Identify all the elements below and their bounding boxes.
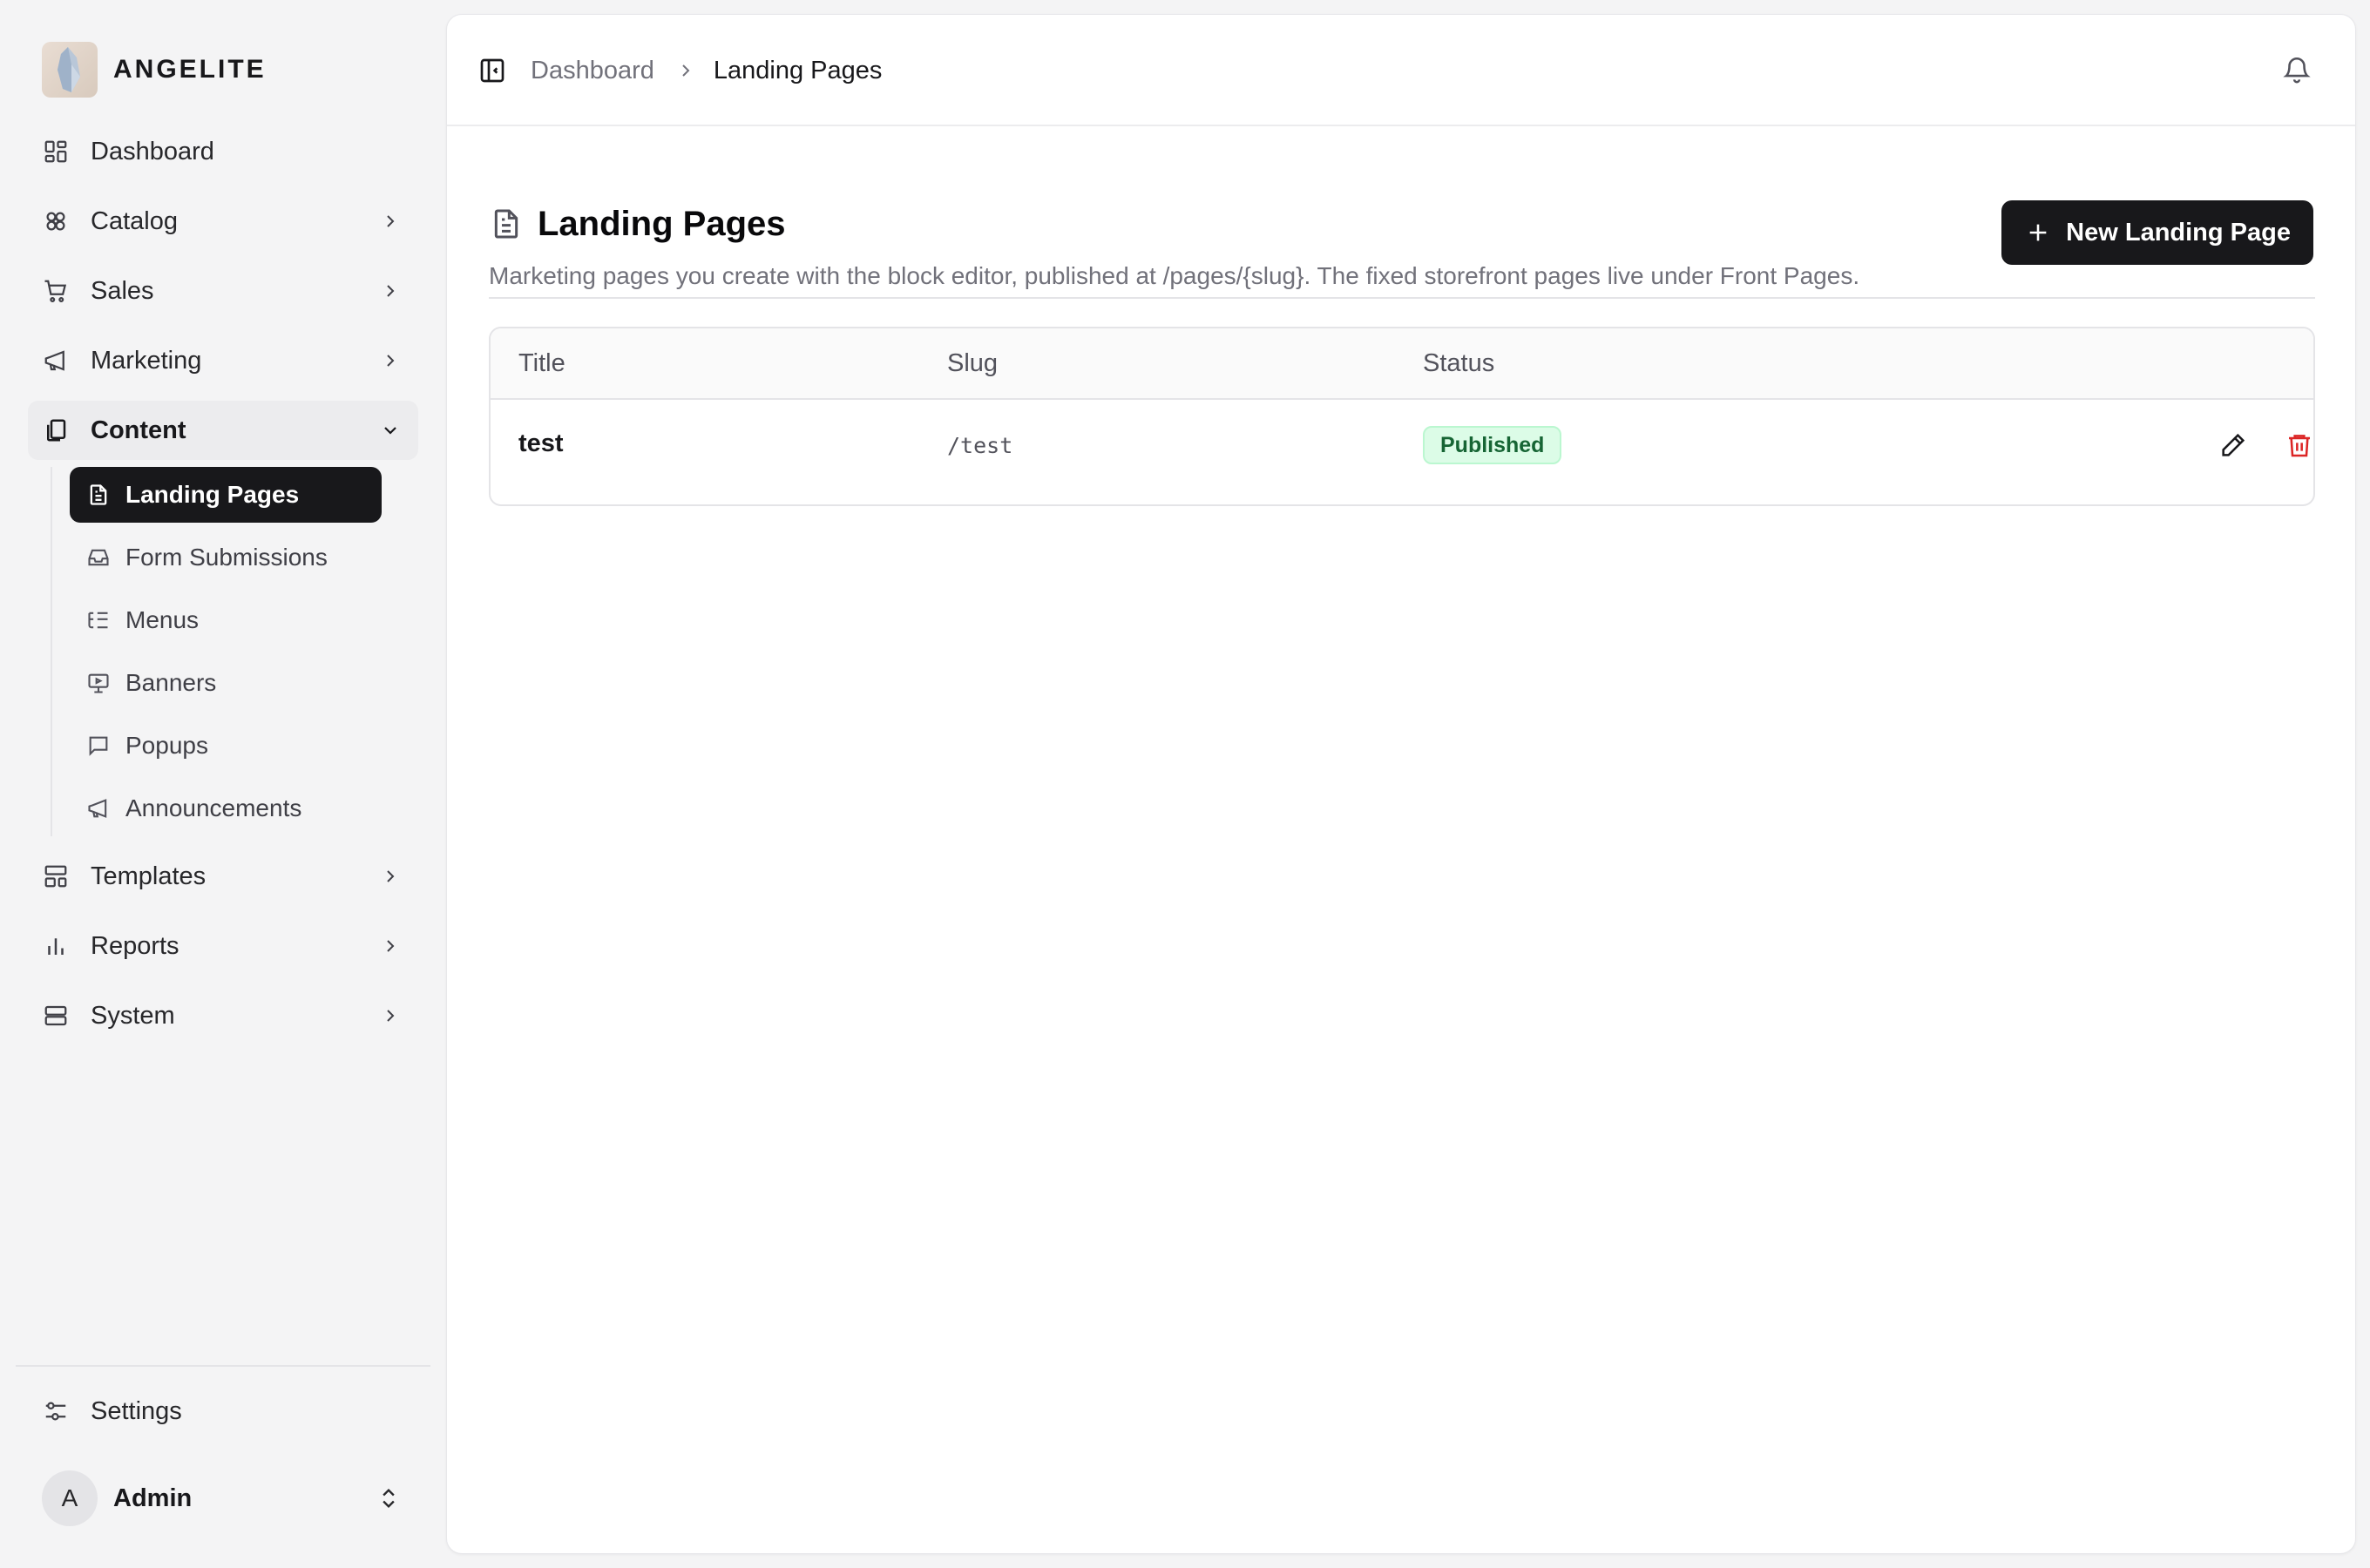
sidebar-item-label: Reports	[91, 931, 179, 960]
main-panel: Dashboard Landing Pages Landing Pages Ma…	[446, 14, 2356, 1554]
list-tree-icon	[85, 607, 112, 633]
column-slug: Slug	[947, 349, 999, 377]
new-landing-page-button[interactable]: New Landing Page	[2001, 200, 2313, 265]
sidebar-item-marketing[interactable]: Marketing	[28, 331, 418, 390]
chevron-right-icon	[387, 285, 395, 297]
breadcrumb: Dashboard Landing Pages	[531, 53, 882, 88]
chevrons-up-down-icon	[383, 1489, 395, 1508]
sidebar-item-label: Form Submissions	[125, 544, 328, 571]
page-description: Marketing pages you create with the bloc…	[489, 262, 1860, 289]
sidebar-item-form-submissions[interactable]: Form Submissions	[70, 530, 382, 585]
templates-icon	[42, 862, 70, 890]
sidebar-divider	[16, 1365, 430, 1367]
brand-logo	[42, 42, 98, 98]
sidebar-item-label: Landing Pages	[125, 481, 300, 508]
chevron-right-icon	[387, 1010, 395, 1022]
sidebar-item-landing-pages[interactable]: Landing Pages	[70, 467, 382, 523]
chevron-right-icon	[387, 870, 395, 882]
chevron-down-icon	[384, 427, 396, 435]
content-subnav: Landing Pages Form Submissions Menus Ban…	[51, 467, 418, 836]
content-icon	[42, 416, 70, 444]
megaphone-icon	[85, 795, 112, 821]
column-title: Title	[518, 349, 565, 377]
sidebar-item-dashboard[interactable]: Dashboard	[28, 122, 418, 181]
sidebar-item-menus[interactable]: Menus	[70, 592, 382, 648]
status-badge: Published	[1423, 426, 1562, 464]
chevron-right-icon	[682, 64, 690, 77]
trash-icon	[2289, 435, 2310, 457]
cell-slug: /test	[947, 433, 1013, 458]
breadcrumb-current: Landing Pages	[713, 56, 883, 84]
chevron-right-icon	[387, 940, 395, 952]
sidebar: ANGELITE Dashboard Catalog Sales Marketi…	[0, 0, 444, 1568]
delete-button[interactable]	[2284, 429, 2313, 461]
sidebar-item-catalog[interactable]: Catalog	[28, 192, 418, 251]
sliders-icon	[42, 1397, 70, 1425]
user-name: Admin	[113, 1484, 193, 1512]
edit-button[interactable]	[2218, 429, 2249, 461]
brand[interactable]: ANGELITE	[42, 42, 267, 98]
sidebar-item-popups[interactable]: Popups	[70, 718, 382, 774]
megaphone-icon	[42, 347, 70, 375]
sidebar-item-label: Catalog	[91, 206, 178, 235]
sidebar-item-label: Templates	[91, 862, 207, 890]
chevron-right-icon	[387, 355, 395, 367]
user-menu[interactable]: A Admin	[28, 1463, 418, 1533]
page-title: Landing Pages	[538, 204, 786, 243]
sidebar-item-announcements[interactable]: Announcements	[70, 781, 382, 836]
table-row[interactable]: test /test Published	[491, 400, 2313, 490]
sidebar-item-label: Dashboard	[91, 137, 214, 166]
sidebar-item-system[interactable]: System	[28, 986, 418, 1045]
topbar: Dashboard Landing Pages	[447, 15, 2355, 126]
header-divider	[489, 297, 2315, 299]
cart-icon	[42, 277, 70, 305]
table-header: Title Slug Status	[491, 328, 2313, 400]
sidebar-item-label: Content	[91, 416, 186, 444]
avatar: A	[42, 1470, 98, 1526]
catalog-icon	[42, 207, 70, 235]
bar-chart-icon	[42, 932, 70, 960]
bell-icon[interactable]	[2282, 55, 2312, 84]
sidebar-item-templates[interactable]: Templates	[28, 847, 418, 906]
sidebar-nav: Dashboard Catalog Sales Marketing Conten…	[28, 122, 418, 1056]
sidebar-item-settings[interactable]: Settings	[28, 1382, 418, 1441]
pencil-icon	[2222, 433, 2245, 456]
chevron-right-icon	[387, 215, 395, 227]
dashboard-icon	[42, 138, 70, 166]
panel-left-icon[interactable]	[478, 57, 506, 84]
column-status: Status	[1423, 349, 1495, 377]
app-root: ANGELITE Dashboard Catalog Sales Marketi…	[0, 0, 2370, 1568]
sidebar-item-label: Banners	[125, 669, 217, 696]
sidebar-item-label: Sales	[91, 276, 154, 305]
brand-name: ANGELITE	[113, 55, 267, 84]
sidebar-item-label: System	[91, 1001, 175, 1030]
sidebar-item-reports[interactable]: Reports	[28, 916, 418, 976]
inbox-icon	[85, 544, 112, 571]
cell-title: test	[518, 429, 564, 457]
sidebar-item-label: Announcements	[125, 794, 302, 821]
sidebar-item-banners[interactable]: Banners	[70, 655, 382, 711]
server-icon	[42, 1002, 70, 1030]
sidebar-item-label: Marketing	[91, 346, 202, 375]
plus-icon	[2029, 224, 2047, 241]
sidebar-item-content[interactable]: Content	[28, 401, 418, 460]
file-text-icon	[85, 482, 112, 508]
message-square-icon	[85, 733, 112, 759]
breadcrumb-dashboard[interactable]: Dashboard	[531, 57, 654, 85]
new-button-label: New Landing Page	[2066, 218, 2291, 247]
file-text-icon	[494, 209, 518, 239]
sidebar-item-label: Menus	[125, 606, 200, 633]
settings-label: Settings	[91, 1396, 182, 1425]
sidebar-item-sales[interactable]: Sales	[28, 261, 418, 321]
presentation-icon	[85, 670, 112, 696]
landing-pages-table: Title Slug Status test /test Published	[489, 327, 2315, 506]
sidebar-item-label: Popups	[125, 732, 208, 759]
